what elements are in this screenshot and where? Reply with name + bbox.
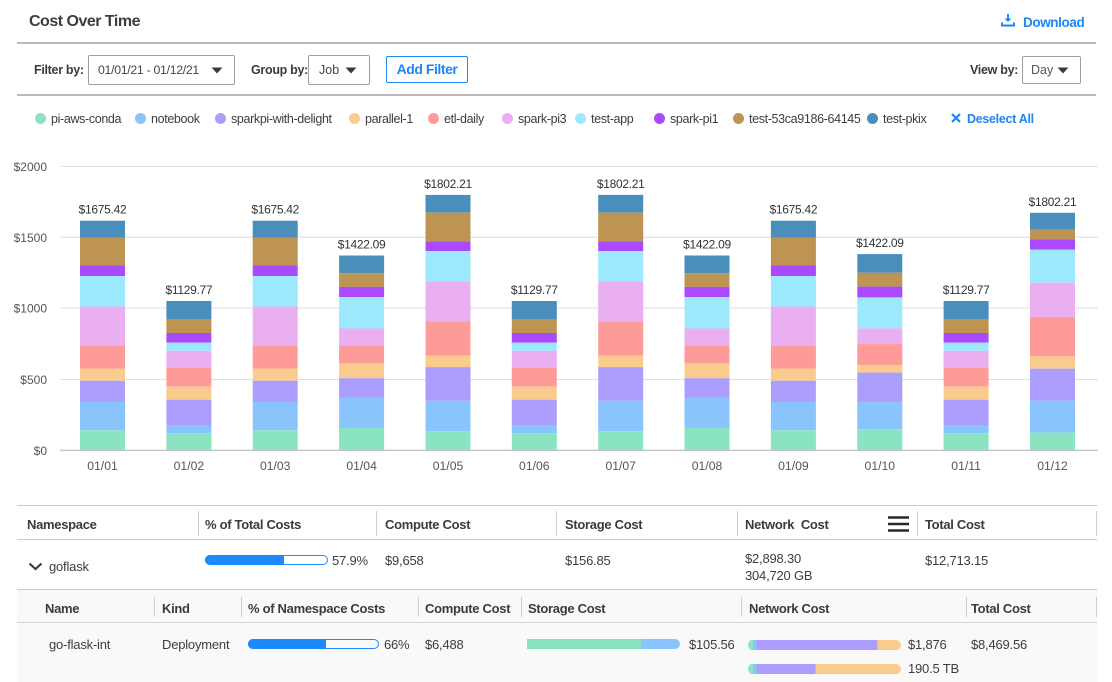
svg-text:01/08: 01/08 [692, 459, 723, 473]
svg-text:01/04: 01/04 [346, 459, 377, 473]
svg-text:$500: $500 [20, 373, 47, 387]
svg-text:$0: $0 [34, 444, 48, 458]
svg-text:01/05: 01/05 [433, 459, 464, 473]
svg-text:$1422.09: $1422.09 [338, 238, 386, 252]
svg-text:$1129.77: $1129.77 [511, 283, 558, 297]
svg-text:$1802.21: $1802.21 [1029, 195, 1077, 209]
svg-text:$1500: $1500 [14, 231, 48, 245]
svg-text:01/10: 01/10 [865, 459, 896, 473]
svg-text:$1802.21: $1802.21 [597, 177, 645, 191]
svg-text:01/07: 01/07 [605, 459, 636, 473]
svg-text:01/03: 01/03 [260, 459, 291, 473]
svg-text:$2000: $2000 [14, 160, 48, 174]
svg-text:$1000: $1000 [14, 302, 48, 316]
svg-text:$1422.09: $1422.09 [683, 238, 731, 252]
svg-text:$1675.42: $1675.42 [79, 203, 127, 217]
svg-text:$1675.42: $1675.42 [770, 203, 818, 217]
svg-text:01/12: 01/12 [1037, 459, 1068, 473]
svg-text:$1129.77: $1129.77 [166, 283, 213, 297]
svg-text:01/06: 01/06 [519, 459, 550, 473]
svg-text:$1802.21: $1802.21 [424, 177, 472, 191]
svg-text:01/01: 01/01 [87, 459, 118, 473]
svg-text:01/02: 01/02 [174, 459, 205, 473]
svg-text:$1675.42: $1675.42 [251, 203, 299, 217]
svg-text:$1422.09: $1422.09 [856, 236, 904, 250]
svg-text:$1129.77: $1129.77 [943, 283, 990, 297]
svg-text:01/09: 01/09 [778, 459, 809, 473]
svg-text:01/11: 01/11 [951, 459, 981, 473]
